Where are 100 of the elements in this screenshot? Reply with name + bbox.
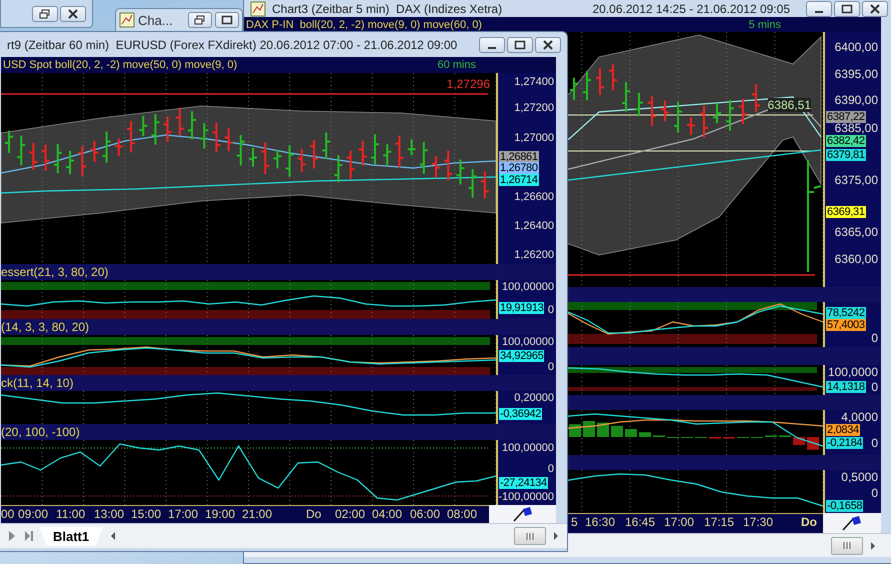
play-icon bbox=[8, 530, 16, 542]
minimize-button[interactable] bbox=[806, 0, 832, 16]
close-icon bbox=[869, 4, 881, 14]
left-arrow-icon bbox=[110, 531, 116, 541]
date-range: 20.06.2012 14:25 - 21.06.2012 09:05 bbox=[592, 2, 790, 16]
maximize-icon bbox=[221, 15, 233, 25]
time-tick-label: 11:00 bbox=[56, 507, 86, 522]
time-tick-label: Do bbox=[801, 515, 817, 530]
axis-tick-label: 6375,00 bbox=[834, 174, 878, 187]
axis-tick-label: 0 bbox=[548, 463, 554, 476]
axis-tick-label: 0 bbox=[548, 361, 554, 374]
time-tick-label: 04:00 bbox=[372, 507, 402, 522]
price-bar bbox=[151, 114, 160, 145]
price-bar bbox=[346, 150, 355, 180]
price-bar bbox=[700, 106, 708, 138]
minimize-icon bbox=[815, 10, 823, 12]
price-bar bbox=[648, 96, 656, 126]
maximize-button[interactable] bbox=[215, 12, 239, 28]
axis-tick-label: 1,26200 bbox=[514, 249, 554, 262]
price-bar bbox=[66, 150, 74, 174]
restore-icon bbox=[39, 9, 51, 19]
price-bar bbox=[310, 140, 318, 169]
time-tick-label: 19:00 bbox=[205, 507, 236, 522]
time-tick-label: 15:00 bbox=[131, 507, 162, 522]
close-icon bbox=[67, 9, 79, 19]
grip-icon bbox=[842, 542, 852, 549]
price-bar bbox=[635, 92, 643, 116]
time-tick-label: 06:00 bbox=[410, 507, 440, 522]
axis-tick-label: 1,26600 bbox=[514, 191, 554, 204]
maximize-button[interactable] bbox=[834, 0, 860, 16]
price-bar bbox=[322, 132, 330, 160]
time-tick-label: 08:00 bbox=[447, 507, 478, 522]
time-tick-label: 16:30 bbox=[585, 515, 616, 530]
axis-tick-label: 1,27400 bbox=[514, 76, 554, 89]
axis-tick-label: 0,20000 bbox=[514, 392, 554, 405]
price-bar bbox=[5, 130, 13, 153]
close-button[interactable] bbox=[862, 0, 888, 16]
price-bar bbox=[480, 171, 489, 198]
price-bar bbox=[468, 169, 477, 198]
sheet-tab[interactable]: Blatt1 bbox=[39, 526, 104, 546]
axis-tick-label: 6360,00 bbox=[834, 253, 878, 266]
price-bar bbox=[739, 98, 747, 124]
right-arrow-icon bbox=[553, 531, 559, 541]
scrollbar-thumb[interactable] bbox=[831, 536, 863, 554]
time-tick-label: 13:00 bbox=[94, 507, 124, 522]
time-tick-label: 02:00 bbox=[335, 507, 366, 522]
skip-end-icon bbox=[24, 530, 34, 542]
indicator-legend: essert(21, 3, 80, 20) bbox=[1, 265, 108, 279]
value-label: 1,26714 bbox=[499, 174, 539, 186]
axis-tick-label: 6400,00 bbox=[834, 41, 878, 54]
price-bar bbox=[383, 144, 392, 166]
indicator-legend: (14, 3, 3, 80, 20) bbox=[1, 320, 90, 334]
histogram-bar bbox=[569, 424, 581, 437]
price-bar bbox=[127, 120, 135, 153]
time-tick-label: 09:00 bbox=[18, 507, 48, 522]
price-bar bbox=[622, 82, 630, 112]
axis-tick-label: 100,00000 bbox=[502, 336, 554, 349]
value-label: 14,1318 bbox=[826, 381, 866, 393]
axis-tick-label: 100,00000 bbox=[502, 442, 554, 455]
histogram-bar bbox=[611, 426, 623, 437]
axis-tick-label: 4,0000 bbox=[841, 411, 878, 424]
value-label: 1,26861 bbox=[499, 151, 539, 163]
price-line-label: 1,27296 bbox=[446, 77, 490, 91]
scrollbar-thumb[interactable] bbox=[514, 527, 546, 545]
minimize-button[interactable] bbox=[479, 36, 505, 52]
minimized-window[interactable]: Cha... bbox=[115, 8, 243, 31]
indicator-legend: USD Spot boll(20, 2, -2) move(50, 0) move(9, 0) bbox=[1, 59, 238, 71]
window-title: Cha... bbox=[138, 12, 173, 28]
price-bar bbox=[176, 108, 184, 136]
close-button[interactable] bbox=[60, 6, 86, 22]
price-bar bbox=[596, 68, 604, 95]
price-bar bbox=[17, 136, 26, 166]
restore-button[interactable] bbox=[32, 6, 58, 22]
flag-icon[interactable] bbox=[512, 506, 534, 522]
maximize-icon bbox=[841, 4, 853, 14]
close-button[interactable] bbox=[535, 36, 561, 52]
flag-icon[interactable] bbox=[841, 515, 863, 531]
restore-icon bbox=[194, 15, 206, 25]
time-tick-label: 5 bbox=[571, 515, 578, 530]
time-tick-label: 16:45 bbox=[625, 515, 656, 530]
restore-button[interactable] bbox=[188, 12, 212, 28]
maximize-button[interactable] bbox=[507, 36, 533, 52]
axis-tick-label: 0,5000 bbox=[841, 471, 878, 484]
price-bar bbox=[298, 149, 306, 172]
price-bar bbox=[408, 139, 416, 156]
axis-tick-label: 1,26400 bbox=[514, 220, 554, 233]
axis-tick-label: 100,00000 bbox=[502, 281, 554, 294]
price-bar bbox=[42, 144, 50, 171]
price-bar bbox=[139, 116, 148, 136]
indicator-legend: (20, 100, -100) bbox=[1, 425, 80, 439]
window-title: Chart3 (Zeitbar 5 min) DAX (Indizes Xetra) bbox=[272, 2, 502, 16]
price-bar bbox=[78, 146, 86, 176]
price-bar bbox=[102, 132, 111, 162]
price-bar bbox=[726, 100, 734, 131]
price-bar bbox=[188, 111, 196, 140]
indicator-legend: ck(11, 14, 10) bbox=[1, 376, 74, 390]
window-title: rt9 (Zeitbar 60 min) EURUSD (Forex FXdirekt) 20.06.2012 07:00 - 21.06.2012 09:00 bbox=[7, 38, 458, 52]
price-bar bbox=[224, 128, 233, 152]
value-label: 34,92965 bbox=[499, 350, 544, 362]
value-label: -27,24134 bbox=[499, 477, 548, 489]
